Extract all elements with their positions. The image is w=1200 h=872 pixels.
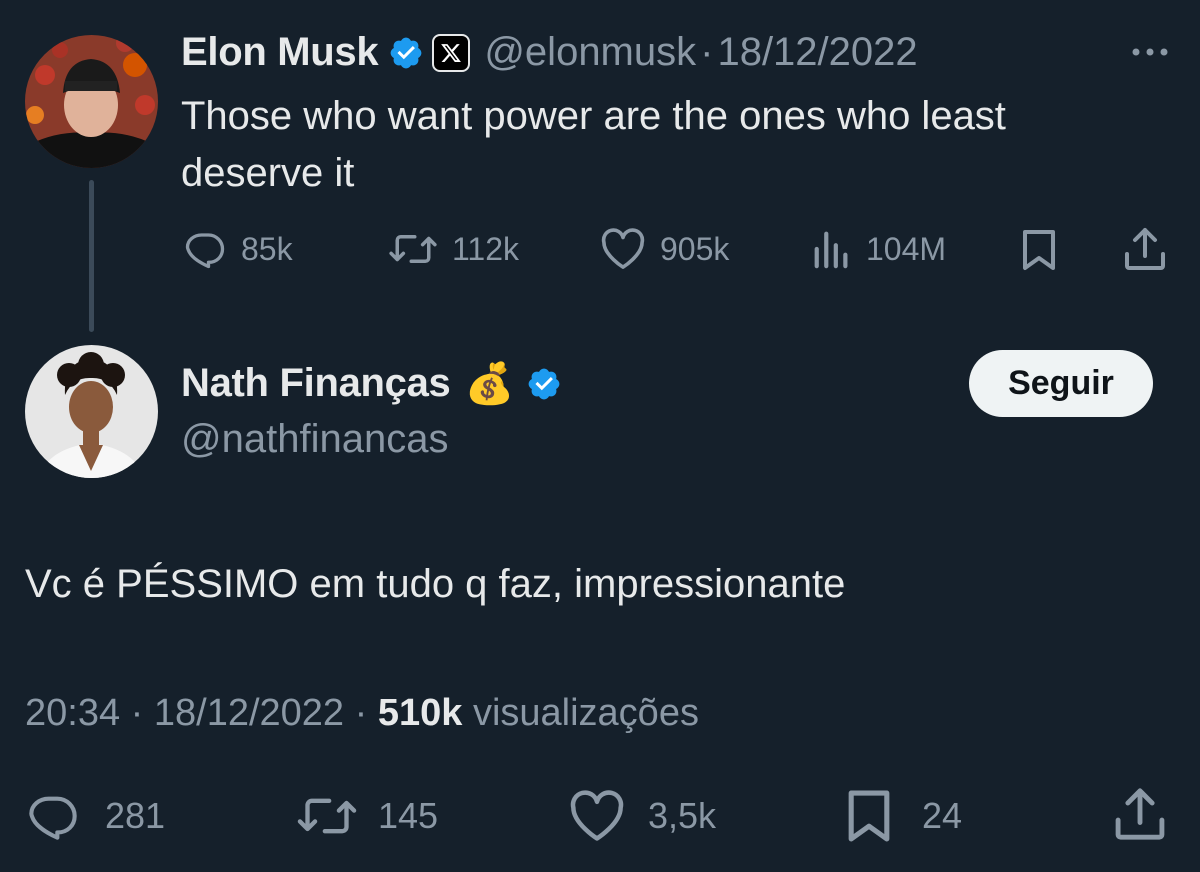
author-name[interactable]: Elon Musk xyxy=(181,30,379,75)
bookmark-icon xyxy=(1021,228,1057,272)
retweet-count: 112k xyxy=(452,230,520,267)
bookmark-icon xyxy=(846,788,892,844)
reply-header: Nath Finanças 💰 xyxy=(181,360,562,407)
money-bag-emoji: 💰 xyxy=(464,362,515,406)
share-button[interactable] xyxy=(1113,786,1167,842)
heart-icon xyxy=(568,790,626,842)
views-label: visualizações xyxy=(472,692,699,734)
reply-tweet-text: Vc é PÉSSIMO em tudo q faz, impressionan… xyxy=(25,562,846,606)
share-icon xyxy=(1123,226,1167,272)
retweet-button[interactable]: 145 xyxy=(296,790,438,842)
separator-dot: · xyxy=(130,692,144,734)
share-button[interactable] xyxy=(1123,226,1167,272)
parent-header: Elon Musk @elonmusk · 18/12/2022 xyxy=(181,30,918,75)
tweet-text-line-1: Those who want power are the ones who le… xyxy=(181,94,1006,138)
like-count: 905k xyxy=(660,230,730,267)
like-button[interactable]: 3,5k xyxy=(568,790,716,842)
tweet-date[interactable]: 18/12/2022 xyxy=(154,692,344,734)
more-icon[interactable] xyxy=(1130,45,1170,64)
author-name[interactable]: Nath Finanças xyxy=(181,361,451,406)
reply-count: 281 xyxy=(105,795,166,836)
tweet-date[interactable]: 18/12/2022 xyxy=(717,30,917,75)
tweet-text-line-2: deserve it xyxy=(181,151,355,195)
views-button[interactable]: 104M xyxy=(812,228,946,270)
share-icon xyxy=(1113,786,1167,842)
bookmark-count: 24 xyxy=(922,795,963,836)
tweet-time[interactable]: 20:34 xyxy=(25,692,120,734)
thread-connector-line xyxy=(89,180,94,332)
tweet-meta: 20:34 · 18/12/2022 · 510k visualizações xyxy=(25,692,699,735)
avatar-elon-musk[interactable] xyxy=(25,35,158,168)
reply-count: 85k xyxy=(241,230,293,267)
author-handle[interactable]: @nathfinancas xyxy=(181,417,448,462)
follow-button[interactable]: Seguir xyxy=(969,350,1153,417)
analytics-icon xyxy=(812,228,852,270)
x-logo-icon xyxy=(432,33,471,72)
author-handle[interactable]: @elonmusk xyxy=(484,30,696,75)
parent-tweet-text: Those who want power are the ones who le… xyxy=(181,88,1006,202)
bookmark-button[interactable] xyxy=(1021,228,1057,272)
reply-icon xyxy=(183,228,227,270)
heart-icon xyxy=(600,228,646,270)
retweet-button[interactable]: 112k xyxy=(388,228,519,270)
avatar-nath-financas[interactable] xyxy=(25,345,158,478)
views-count[interactable]: 510k xyxy=(378,692,463,734)
bookmark-button[interactable]: 24 xyxy=(846,788,962,844)
separator-dot: · xyxy=(700,30,714,74)
verified-badge-icon[interactable] xyxy=(388,35,424,71)
separator-dot: · xyxy=(354,692,368,734)
reply-button[interactable]: 85k xyxy=(183,228,293,270)
reply-icon xyxy=(25,790,81,842)
like-button[interactable]: 905k xyxy=(600,228,729,270)
like-count: 3,5k xyxy=(648,795,717,836)
verified-badge-icon[interactable] xyxy=(526,366,562,402)
retweet-icon xyxy=(388,228,438,270)
retweet-count: 145 xyxy=(378,795,439,836)
retweet-icon xyxy=(296,790,358,842)
views-count: 104M xyxy=(866,230,947,267)
reply-button[interactable]: 281 xyxy=(25,790,165,842)
